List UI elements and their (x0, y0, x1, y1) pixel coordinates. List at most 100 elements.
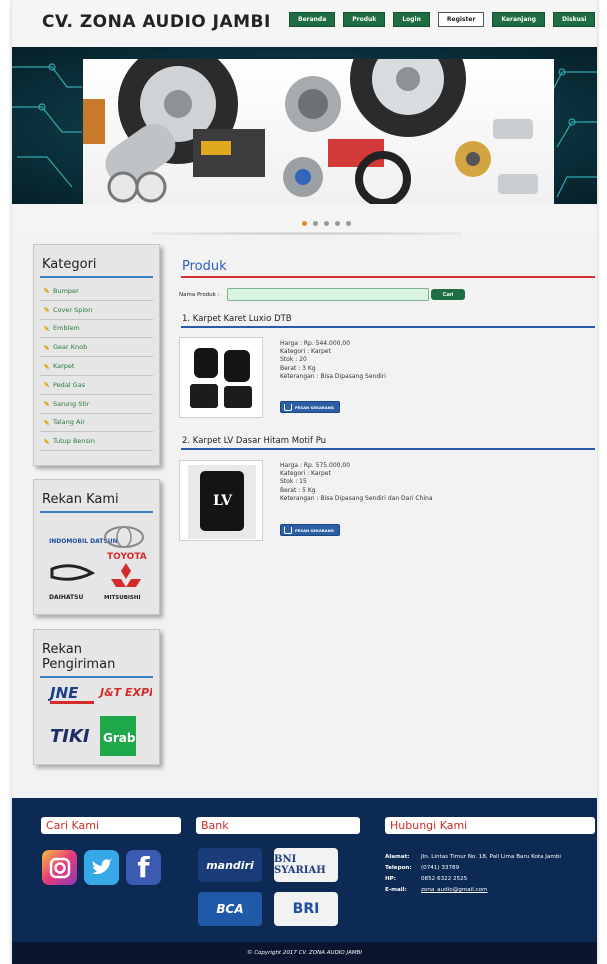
hero-banner (12, 47, 597, 204)
category-label: Cover Spion (53, 305, 93, 314)
order-now-button-2[interactable]: PESAN SEKARANG (280, 524, 340, 536)
category-item-emblem[interactable]: Emblem (40, 320, 153, 339)
svg-text:LV: LV (213, 493, 233, 509)
contact-phone-row: Telepon: (0741) 33789 (385, 863, 561, 874)
nav-login-button[interactable]: Login (393, 12, 430, 27)
product-image-1[interactable] (179, 337, 263, 418)
category-label: Sarung Stir (53, 399, 90, 408)
product-divider-2 (181, 448, 595, 450)
nav-register-button[interactable]: Register (437, 12, 485, 27)
product-divider-1 (181, 326, 595, 328)
twitter-icon[interactable] (84, 850, 119, 885)
copyright-bar: © Copyright 2017 CV. ZONA AUDIO JAMBI (12, 942, 597, 964)
category-item-cover-spion[interactable]: Cover Spion (40, 301, 153, 320)
leaf-icon (44, 325, 49, 331)
site-header: CV. ZONA AUDIO JAMBI Beranda Produk Logi… (12, 0, 597, 47)
product-info-2: Harga : Rp. 575.000,00 Kategori : Karpet… (280, 462, 433, 503)
order-now-label: PESAN SEKARANG (295, 527, 334, 533)
category-label: Bumper (53, 286, 79, 295)
slider-dot-4[interactable] (335, 221, 340, 226)
facebook-icon[interactable]: f (126, 850, 161, 885)
partners-panel: Rekan Kami INDOMOBIL DATSUN TOYOTA DAIHA… (33, 479, 160, 615)
category-item-gear-knob[interactable]: Gear Knob (40, 338, 153, 358)
shipping-jnt-logo: J&T EXPRESS (98, 686, 152, 699)
product-image-2[interactable]: LV (179, 460, 263, 541)
search-button[interactable]: Cari (431, 289, 465, 300)
bank-title: Bank (196, 817, 360, 834)
category-title: Kategori (42, 257, 97, 272)
email-label: E-mail: (385, 887, 407, 893)
bank-mandiri-logo: mandiri (198, 848, 262, 882)
instagram-icon[interactable] (42, 850, 77, 885)
partners-title: Rekan Kami (42, 492, 119, 507)
slider-dot-5[interactable] (346, 221, 351, 226)
nav-diskusi-button[interactable]: Diskusi (552, 12, 596, 27)
social-links: f (42, 850, 161, 885)
order-now-label: PESAN SEKARANG (295, 404, 334, 410)
nav-keranjang-button[interactable]: Keranjang (492, 12, 545, 27)
address-value: Jln. Lintas Timur No. 18, Pall Lima Baru… (421, 854, 561, 860)
category-label: Emblem (53, 324, 80, 333)
category-item-bumper[interactable]: Bumper (40, 282, 153, 301)
product-notes: Keterangan : Bisa Dipasang Sendiri (280, 372, 386, 380)
nav-beranda-button[interactable]: Beranda (289, 12, 336, 27)
partner-logos: INDOMOBIL DATSUN TOYOTA DAIHATSU MITSUBI… (49, 526, 147, 601)
phone-label: Telepon: (385, 865, 412, 871)
cart-icon (284, 403, 292, 411)
contact-title: Hubungi Kami (385, 817, 595, 834)
slider-controls (12, 204, 597, 235)
product-price: Harga : Rp. 575.000,00 (280, 462, 351, 469)
email-link[interactable]: zona_audio@gmail.com (421, 885, 487, 896)
category-item-pedal-gas[interactable]: Pedal Gas (40, 376, 153, 395)
product-weight: Berat : 3 Kg (280, 364, 316, 372)
category-item-sarung-stir[interactable]: Sarung Stir (40, 395, 153, 414)
main-title: Produk (182, 259, 227, 274)
bank-bri-logo: BRI (274, 892, 338, 926)
category-label: Gear Knob (53, 343, 88, 352)
site-title[interactable]: CV. ZONA AUDIO JAMBI (42, 12, 271, 32)
category-label: Karpet (53, 362, 75, 371)
karpet-lv-image: LV (188, 465, 256, 539)
leaf-icon (44, 401, 49, 407)
product-category: Kategori : Karpet (280, 470, 331, 478)
category-list: Bumper Cover Spion Emblem Gear Knob Karp… (34, 278, 159, 452)
main-title-divider (181, 276, 595, 278)
partner-daihatsu-logo: DAIHATSU (49, 594, 83, 601)
slider-dot-2[interactable] (313, 221, 318, 226)
find-us-title: Cari Kami (41, 817, 181, 834)
category-item-karpet[interactable]: Karpet (40, 357, 153, 376)
shipping-title: Rekan Pengiriman (42, 642, 116, 672)
auto-parts-illustration (83, 59, 538, 204)
hp-value: 0852 6322 2525 (421, 876, 468, 882)
daihatsu-emblem (50, 564, 96, 581)
partners-divider (40, 511, 153, 513)
product-title-1[interactable]: 1. Karpet Karet Luxio DTB (182, 314, 292, 324)
bank-bca-logo: BCA (198, 892, 262, 926)
leaf-icon (44, 382, 49, 388)
product-category: Kategori : Karpet (280, 348, 331, 356)
karpet-mats-image (190, 348, 252, 408)
category-item-tutup-bensin[interactable]: Tutup Bensin (40, 432, 153, 452)
nav-produk-button[interactable]: Produk (343, 12, 386, 27)
contact-address-row: Alamat: Jln. Lintas Timur No. 18, Pall Li… (385, 852, 561, 863)
partner-mitsubishi-logo: MITSUBISHI (104, 595, 141, 601)
toyota-emblem (104, 526, 144, 548)
search-label: Nama Produk : (179, 292, 220, 298)
product-title-2[interactable]: 2. Karpet LV Dasar Hitam Motif Pu (182, 436, 326, 446)
phone-value: (0741) 33789 (421, 865, 460, 871)
product-info-1: Harga : Rp. 544.000,00 Kategori : Karpet… (280, 340, 386, 381)
order-now-button-1[interactable]: PESAN SEKARANG (280, 401, 340, 413)
contact-details: Alamat: Jln. Lintas Timur No. 18, Pall Li… (385, 852, 561, 896)
category-label: Pedal Gas (53, 380, 86, 389)
slider-dot-3[interactable] (324, 221, 329, 226)
product-search-input[interactable] (227, 288, 429, 301)
shipping-jne-logo: JNE (48, 684, 79, 702)
product-weight: Berat : 5 Kg (280, 486, 316, 494)
category-item-talang-air[interactable]: Talang Air (40, 414, 153, 433)
product-notes: Keterangan : Bisa Dipasang Sendiri dan D… (280, 494, 433, 502)
leaf-icon (44, 363, 49, 369)
page: CV. ZONA AUDIO JAMBI Beranda Produk Logi… (12, 0, 597, 964)
category-label: Tutup Bensin (53, 437, 95, 446)
mitsubishi-emblem (121, 563, 131, 579)
slider-dot-1[interactable] (302, 221, 307, 226)
